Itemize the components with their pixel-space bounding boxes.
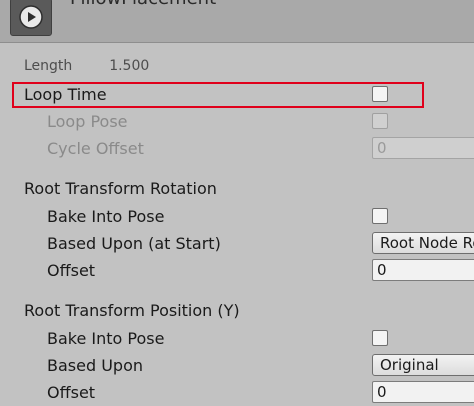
position-based-upon-label: Based Upon [47, 356, 143, 375]
cycle-offset-label: Cycle Offset [47, 139, 144, 158]
length-row: Length 1.500 [24, 58, 149, 74]
position-based-upon-dropdown[interactable]: Original [372, 354, 474, 376]
rotation-offset-field[interactable]: 0 [372, 259, 474, 281]
root-position-title: Root Transform Position (Y) [24, 301, 240, 320]
length-label: Length [24, 58, 73, 74]
loop-time-highlight [12, 82, 424, 108]
root-rotation-title: Root Transform Rotation [24, 179, 217, 198]
rotation-based-upon-row: Based Upon (at Start) Root Node Rotation [0, 231, 474, 257]
rotation-bake-label: Bake Into Pose [47, 207, 165, 226]
cycle-offset-row: Cycle Offset 0 [0, 136, 474, 162]
position-bake-row: Bake Into Pose [0, 326, 474, 352]
root-position-section: Root Transform Position (Y) [0, 298, 474, 324]
position-offset-row: Offset 0 [0, 380, 474, 406]
rotation-based-upon-dropdown[interactable]: Root Node Rotation [372, 232, 474, 254]
position-bake-checkbox[interactable] [372, 330, 388, 346]
clip-title: PillowPlacement [70, 0, 216, 9]
rotation-bake-checkbox[interactable] [372, 208, 388, 224]
position-based-upon-row: Based Upon Original [0, 353, 474, 379]
cycle-offset-field[interactable]: 0 [372, 137, 474, 159]
root-rotation-section: Root Transform Rotation [0, 176, 474, 202]
inspector-header: PillowPlacement [0, 0, 474, 43]
loop-pose-label: Loop Pose [47, 112, 128, 131]
rotation-based-upon-label: Based Upon (at Start) [47, 234, 221, 253]
position-offset-field[interactable]: 0 [372, 381, 474, 403]
loop-pose-row: Loop Pose [0, 109, 474, 135]
rotation-offset-label: Offset [47, 261, 96, 280]
loop-pose-checkbox[interactable] [372, 113, 388, 129]
position-bake-label: Bake Into Pose [47, 329, 165, 348]
rotation-bake-row: Bake Into Pose [0, 204, 474, 230]
rotation-offset-row: Offset 0 [0, 258, 474, 284]
play-icon[interactable] [10, 0, 52, 36]
position-offset-label: Offset [47, 383, 96, 402]
length-value: 1.500 [109, 58, 150, 74]
